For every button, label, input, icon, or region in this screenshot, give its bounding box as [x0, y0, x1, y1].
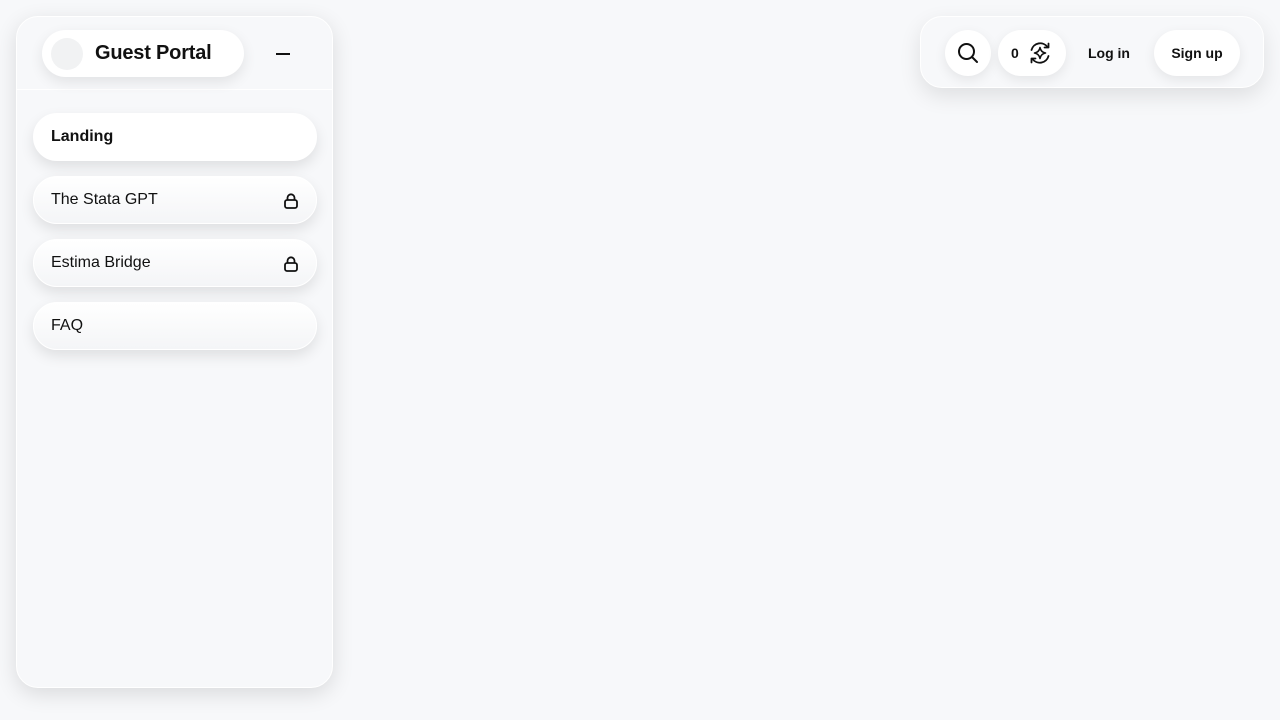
credits-button[interactable]: 0 — [998, 30, 1066, 76]
brand-title: Guest Portal — [95, 42, 212, 64]
search-button[interactable] — [945, 30, 991, 76]
search-icon — [958, 43, 978, 63]
minus-icon — [276, 53, 290, 55]
sidebar-item-label: The Stata GPT — [51, 191, 158, 208]
brand-avatar — [51, 37, 83, 70]
brand-button[interactable]: Guest Portal — [42, 30, 244, 77]
sidebar: Guest Portal Landing The Stata GPT Estim… — [16, 16, 333, 688]
top-toolbar: 0 Log in Sign up — [920, 16, 1264, 88]
sidebar-item-label: Landing — [51, 128, 114, 145]
collapse-sidebar-button[interactable] — [267, 39, 299, 69]
sidebar-item-the-stata-gpt[interactable]: The Stata GPT — [33, 176, 317, 224]
sidebar-nav: Landing The Stata GPT Estima Bridge FAQ — [33, 113, 317, 365]
login-button[interactable]: Log in — [1073, 30, 1145, 76]
sidebar-item-label: Estima Bridge — [51, 254, 151, 271]
signup-button[interactable]: Sign up — [1154, 30, 1240, 76]
sidebar-item-faq[interactable]: FAQ — [33, 302, 317, 350]
lock-icon — [284, 193, 298, 209]
sparkle-refresh-icon — [1030, 42, 1050, 64]
credits-count: 0 — [1011, 45, 1019, 61]
lock-icon — [284, 256, 298, 272]
sidebar-item-label: FAQ — [51, 317, 84, 334]
sidebar-item-landing[interactable]: Landing — [33, 113, 317, 161]
sidebar-item-estima-bridge[interactable]: Estima Bridge — [33, 239, 317, 287]
sidebar-header: Guest Portal — [17, 17, 332, 90]
